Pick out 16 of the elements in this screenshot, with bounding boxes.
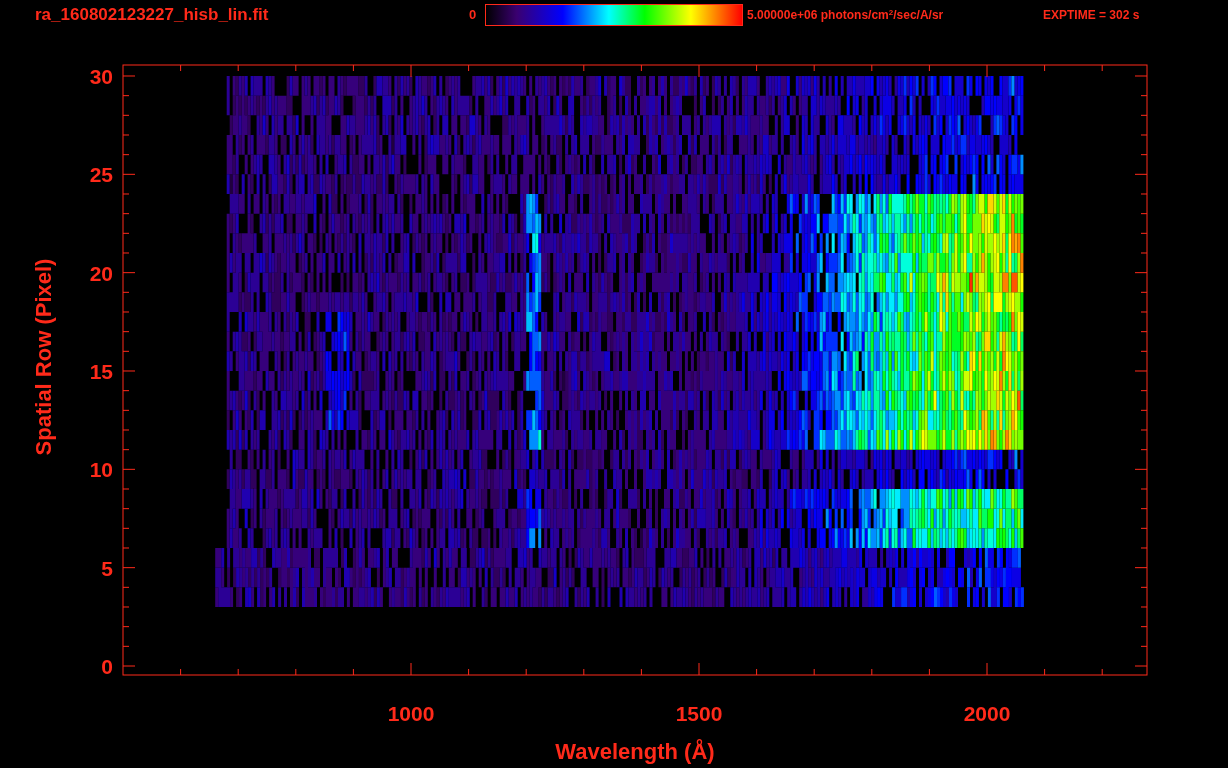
file-name: ra_160802123227_hisb_lin.fit xyxy=(35,4,270,27)
x-tick-label: 1500 xyxy=(675,702,723,725)
colorbar-min-label: 0 xyxy=(469,6,478,25)
x-axis-title: Wavelength (Å) xyxy=(555,739,715,764)
colorbar-max-label: 5.00000e+06 photons/cm$^{2}$/sec/A/sr xyxy=(747,7,945,24)
x-tick-label: 2000 xyxy=(963,702,1011,725)
y-tick-label: 15 xyxy=(89,360,113,383)
y-tick-label: 5 xyxy=(101,556,113,580)
y-tick-label: 25 xyxy=(89,163,113,187)
y-tick-label: 30 xyxy=(89,65,113,88)
exposure-time: EXPTIME = 302 s xyxy=(1043,7,1140,24)
x-tick-label: 1000 xyxy=(387,702,435,725)
y-tick-label: 0 xyxy=(101,655,113,678)
y-axis-title: Spatial Row (Pixel) xyxy=(31,258,56,456)
y-tick-label: 20 xyxy=(89,261,113,285)
y-tick-label: 10 xyxy=(89,458,113,482)
